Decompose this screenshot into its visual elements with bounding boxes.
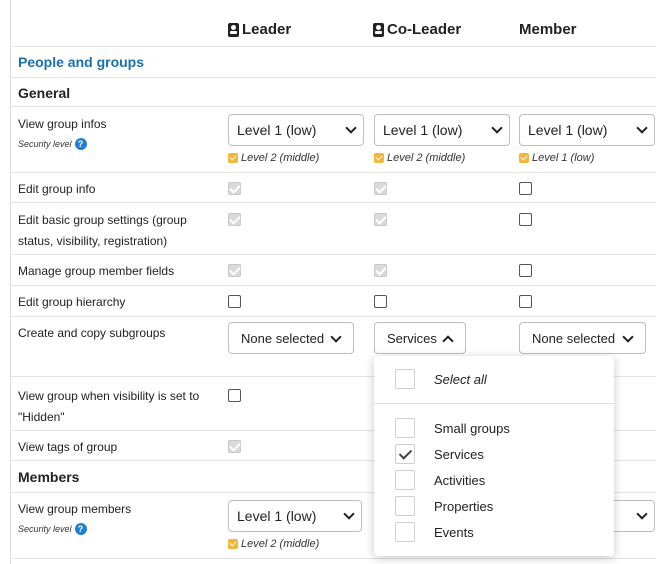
- check-badge-icon: [228, 153, 238, 163]
- checkbox-edit-hierarchy-leader[interactable]: [228, 295, 241, 308]
- group-title-members: Members: [18, 469, 80, 485]
- divider: [10, 558, 656, 559]
- chevron-down-icon: [345, 122, 357, 134]
- divider: [10, 202, 656, 203]
- dropdown-divider: [374, 403, 614, 404]
- chevron-down-icon: [330, 331, 342, 343]
- multiselect-subgroups-co-leader[interactable]: Services: [374, 322, 466, 354]
- checkbox[interactable]: [395, 496, 415, 516]
- row-label-edit-hierarchy: Edit group hierarchy: [18, 295, 126, 309]
- help-icon[interactable]: ?: [74, 138, 87, 150]
- dropdown-option-properties[interactable]: Properties: [395, 496, 493, 516]
- checkbox-edit-hierarchy-co-leader[interactable]: [374, 295, 387, 308]
- checkbox-edit-group-info-member[interactable]: [519, 182, 532, 195]
- row-label-create-copy-subgroups: Create and copy subgroups: [18, 326, 166, 340]
- inherited-level-hint: Level 2 (middle): [374, 152, 465, 164]
- checkbox[interactable]: [395, 522, 415, 542]
- multiselect-subgroups-leader[interactable]: None selected: [228, 322, 354, 354]
- row-label-edit-group-info: Edit group info: [18, 182, 96, 196]
- row-label-edit-basic-settings: Edit basic group settings (group status,…: [18, 213, 187, 248]
- checkbox-manage-member-fields-leader[interactable]: [228, 264, 241, 277]
- help-icon[interactable]: ?: [74, 523, 87, 535]
- checkbox-edit-group-info-leader[interactable]: [228, 182, 241, 195]
- divider: [10, 285, 656, 286]
- checkbox-manage-member-fields-co-leader[interactable]: [374, 264, 387, 277]
- dropdown-option-select-all[interactable]: Select all: [395, 369, 487, 389]
- checkbox-edit-hierarchy-member[interactable]: [519, 295, 532, 308]
- checkbox-edit-basic-settings-co-leader[interactable]: [374, 213, 387, 226]
- id-badge-icon: [373, 22, 384, 37]
- table-left-border: [10, 0, 11, 564]
- column-header-co-leader: Co-Leader: [373, 21, 461, 38]
- divider: [10, 172, 656, 173]
- checkbox[interactable]: [395, 444, 415, 464]
- chevron-down-icon: [636, 508, 648, 520]
- security-level-label: Security level ?: [18, 138, 87, 150]
- select-view-members-leader[interactable]: Level 1 (low): [228, 500, 362, 532]
- chevron-down-icon: [343, 508, 355, 520]
- inherited-level-hint: Level 2 (middle): [228, 152, 319, 164]
- dropdown-option-services[interactable]: Services: [395, 444, 484, 464]
- inherited-level-hint: Level 2 (middle): [228, 538, 319, 550]
- column-header-member: Member: [519, 21, 577, 38]
- check-badge-icon: [228, 539, 238, 549]
- row-label-view-group-infos: View group infos: [18, 117, 107, 131]
- checkbox[interactable]: [395, 369, 415, 389]
- divider: [10, 77, 656, 78]
- divider: [10, 46, 656, 47]
- group-title-general: General: [18, 85, 71, 101]
- dropdown-option-events[interactable]: Events: [395, 522, 474, 542]
- divider: [10, 106, 656, 107]
- select-view-group-infos-leader[interactable]: Level 1 (low): [228, 114, 364, 146]
- select-view-group-infos-member[interactable]: Level 1 (low): [519, 114, 655, 146]
- id-badge-icon: [228, 22, 239, 37]
- chevron-up-icon: [442, 335, 454, 347]
- checkbox-edit-basic-settings-leader[interactable]: [228, 213, 241, 226]
- section-title: People and groups: [18, 54, 145, 70]
- column-header-leader: Leader: [228, 21, 291, 38]
- checkbox-view-tags-leader[interactable]: [228, 440, 241, 453]
- check-badge-icon: [519, 153, 529, 163]
- chevron-down-icon: [622, 331, 634, 343]
- checkbox-edit-basic-settings-member[interactable]: [519, 213, 532, 226]
- inherited-level-hint: Level 1 (low): [519, 152, 594, 164]
- divider: [10, 316, 656, 317]
- check-badge-icon: [374, 153, 384, 163]
- subgroups-dropdown-menu: Select all Small groups Services Activit…: [374, 356, 614, 556]
- dropdown-option-small-groups[interactable]: Small groups: [395, 418, 510, 438]
- multiselect-subgroups-member[interactable]: None selected: [519, 322, 646, 354]
- checkbox[interactable]: [395, 418, 415, 438]
- checkbox-manage-member-fields-member[interactable]: [519, 264, 532, 277]
- row-label-view-tags: View tags of group: [18, 440, 118, 454]
- checkbox[interactable]: [395, 470, 415, 490]
- chevron-down-icon: [491, 122, 503, 134]
- row-label-view-members: View group members: [18, 502, 132, 516]
- security-level-label: Security level ?: [18, 523, 87, 535]
- checkbox-edit-group-info-co-leader[interactable]: [374, 182, 387, 195]
- chevron-down-icon: [636, 122, 648, 134]
- dropdown-option-activities[interactable]: Activities: [395, 470, 485, 490]
- row-label-manage-member-fields: Manage group member fields: [18, 264, 175, 278]
- select-view-group-infos-co-leader[interactable]: Level 1 (low): [374, 114, 510, 146]
- checkbox-view-when-hidden-leader[interactable]: [228, 389, 241, 402]
- row-label-view-when-hidden: View group when visibility is set to "Hi…: [18, 389, 200, 424]
- divider: [10, 254, 656, 255]
